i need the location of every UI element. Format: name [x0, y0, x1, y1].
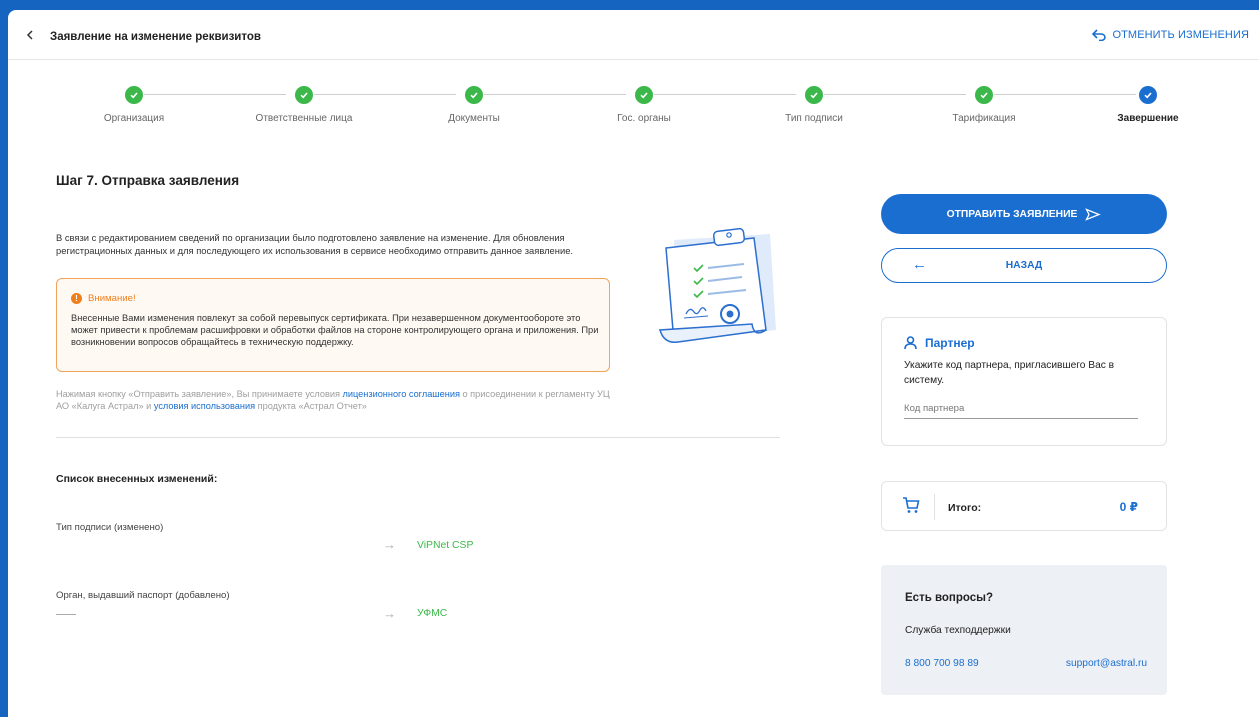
change-label: Орган, выдавший паспорт (добавлено): [56, 590, 230, 601]
step-signature-type[interactable]: Тип подписи: [729, 86, 899, 124]
progress-stepper: Организация Ответственные лица Документы…: [8, 80, 1259, 140]
warning-icon: !: [71, 293, 82, 304]
total-card: Итого: 0 ₽: [881, 481, 1167, 531]
support-subtitle: Служба техподдержки: [905, 625, 1011, 636]
terms-of-use-link[interactable]: условия использования: [154, 401, 255, 411]
legal-text: продукта «Астрал Отчет»: [255, 401, 367, 411]
page-title: Заявление на изменение реквизитов: [50, 31, 261, 43]
check-icon: [295, 86, 313, 104]
step-tariffs[interactable]: Тарификация: [899, 86, 1069, 124]
send-application-button[interactable]: ОТПРАВИТЬ ЗАЯВЛЕНИЕ: [881, 194, 1167, 234]
send-icon: [1085, 207, 1102, 221]
changes-title: Список внесенных изменений:: [56, 473, 218, 485]
support-phone-link[interactable]: 8 800 700 98 89: [905, 658, 979, 669]
support-title: Есть вопросы?: [905, 592, 993, 604]
step-heading: Шаг 7. Отправка заявления: [56, 173, 240, 188]
arrow-right-icon: →: [383, 606, 396, 621]
change-new-value: УФМС: [417, 608, 448, 619]
check-icon: [805, 86, 823, 104]
step-label: Документы: [448, 113, 500, 124]
step-organization[interactable]: Организация: [49, 86, 219, 124]
cart-icon: [903, 497, 920, 513]
change-label: Тип подписи (изменено): [56, 522, 164, 533]
back-button[interactable]: ← НАЗАД: [881, 248, 1167, 283]
step-label: Ответственные лица: [255, 113, 353, 124]
support-email-link[interactable]: support@astral.ru: [1066, 658, 1147, 669]
partner-code-input[interactable]: [904, 398, 1138, 419]
check-icon: [125, 86, 143, 104]
support-card: Есть вопросы? Служба техподдержки 8 800 …: [881, 565, 1167, 695]
partner-title-text: Партнер: [925, 336, 975, 350]
warning-box: ! Внимание! Внесенные Вами изменения пов…: [56, 278, 610, 372]
check-icon: [465, 86, 483, 104]
cancel-changes-label: ОТМЕНИТЬ ИЗМЕНЕНИЯ: [1112, 29, 1249, 41]
check-icon: [635, 86, 653, 104]
undo-icon: [1092, 29, 1107, 41]
step-gov-bodies[interactable]: Гос. органы: [559, 86, 729, 124]
chevron-left-icon[interactable]: [24, 29, 36, 41]
arrow-right-icon: →: [383, 537, 396, 552]
divider: [56, 437, 780, 438]
legal-notice: Нажимая кнопку «Отправить заявление», Вы…: [56, 388, 616, 412]
step-label: Организация: [103, 113, 165, 124]
total-value: 0 ₽: [1119, 500, 1138, 514]
change-old-value-empty: [56, 614, 76, 615]
total-label: Итого:: [948, 502, 982, 514]
check-icon: [975, 86, 993, 104]
divider: [934, 494, 935, 520]
user-icon: [904, 336, 917, 350]
check-icon: [1139, 86, 1157, 104]
warning-text: Внесенные Вами изменения повлекут за соб…: [71, 313, 599, 347]
clipboard-illustration: [659, 227, 776, 343]
partner-title: Партнер: [904, 336, 1144, 350]
step-responsible-persons[interactable]: Ответственные лица: [219, 86, 389, 124]
license-agreement-link[interactable]: лицензионного соглашения: [343, 389, 460, 399]
cancel-changes-button[interactable]: ОТМЕНИТЬ ИЗМЕНЕНИЯ: [1092, 29, 1249, 41]
warning-title-text: Внимание!: [88, 293, 136, 304]
partner-card: Партнер Укажите код партнера, пригласивш…: [881, 317, 1167, 446]
send-application-label: ОТПРАВИТЬ ЗАЯВЛЕНИЕ: [946, 208, 1078, 220]
warning-title: ! Внимание!: [71, 293, 595, 304]
intro-text: В связи с редактированием сведений по ор…: [56, 232, 574, 256]
step-documents[interactable]: Документы: [389, 86, 559, 124]
change-new-value: ViPNet CSP: [417, 540, 474, 551]
step-label: Тип подписи: [785, 113, 843, 124]
app-window: Заявление на изменение реквизитов ОТМЕНИ…: [8, 10, 1259, 717]
back-label: НАЗАД: [1005, 260, 1043, 271]
partner-description: Укажите код партнера, пригласившего Вас …: [904, 360, 1115, 386]
legal-text: Нажимая кнопку «Отправить заявление», Вы…: [56, 389, 343, 399]
step-label: Завершение: [1117, 113, 1179, 124]
top-bar: Заявление на изменение реквизитов ОТМЕНИ…: [8, 10, 1259, 60]
step-label: Тарификация: [952, 113, 1016, 124]
step-completion[interactable]: Завершение: [1063, 86, 1233, 124]
step-label: Гос. органы: [617, 113, 671, 124]
